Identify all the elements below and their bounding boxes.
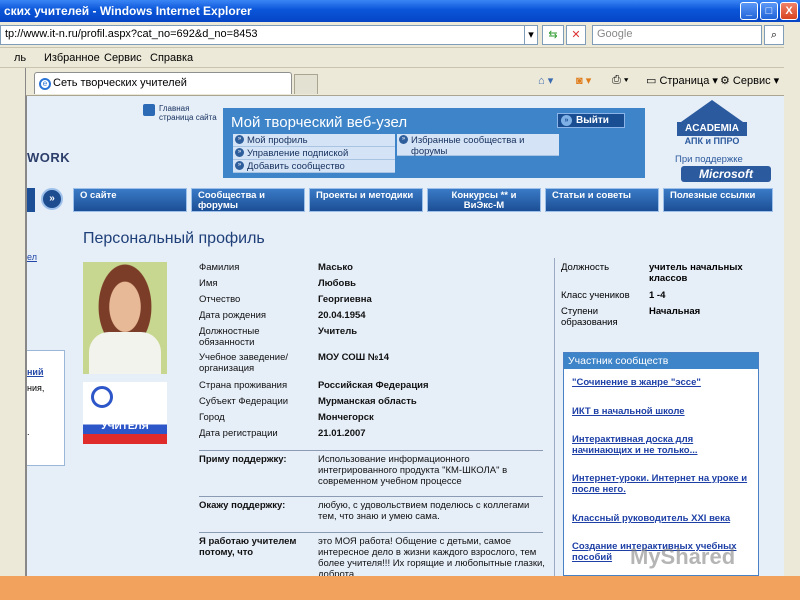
arrow-icon: »: [235, 161, 244, 170]
menu-item-file[interactable]: ль: [14, 52, 26, 64]
main-navigation: » О сайте Сообщества и форумы Проекты и …: [27, 188, 784, 212]
tab-bar: e Сеть творческих учителей ⌂ ▾ ◙ ▾ ⎙ ▾ ▭…: [0, 68, 800, 96]
academia-logo[interactable]: ACADEMIA АПК и ППРО: [673, 100, 751, 156]
left-box: ний ния, .: [27, 350, 65, 466]
my-profile-link[interactable]: » Мой профиль: [233, 134, 395, 147]
profile-photo: [83, 262, 167, 374]
arrow-icon: »: [235, 148, 244, 157]
web-node-title: Мой творческий веб-узел: [231, 114, 408, 131]
window-titlebar: ских учителей - Windows Internet Explore…: [0, 0, 800, 22]
maximize-button[interactable]: □: [760, 2, 778, 20]
search-input[interactable]: Google: [592, 25, 762, 45]
community-link[interactable]: "Сочинение в жанре "эссе": [572, 377, 752, 388]
ie-icon: e: [39, 78, 51, 90]
search-icon[interactable]: ⌕: [764, 25, 784, 45]
best-teachers-badge[interactable]: ЛУЧШИЕ УЧИТЕЛЯ: [83, 382, 167, 444]
refresh-icon[interactable]: ⇆: [542, 25, 564, 45]
column-separator: [554, 258, 555, 576]
page-menu-label: Страница: [659, 75, 710, 87]
nav-item-projects[interactable]: Проекты и методики: [309, 188, 423, 212]
microsoft-logo[interactable]: Microsoft: [681, 166, 771, 182]
academia-name: ACADEMIA: [677, 122, 747, 136]
home-icon: [143, 104, 155, 116]
menu-item-tools[interactable]: Сервис: [104, 52, 142, 64]
exit-button[interactable]: » Выйти: [557, 113, 625, 128]
web-page: WORK Главная страница сайта Мой творческ…: [26, 96, 784, 576]
new-tab-button[interactable]: [294, 74, 318, 94]
menu-item-favorites[interactable]: Избранное: [44, 52, 100, 64]
exit-label: Выйти: [576, 115, 609, 126]
right-frame: [784, 22, 800, 600]
nav-item-communities[interactable]: Сообщества и форумы: [191, 188, 305, 212]
tab-label: Сеть творческих учителей: [53, 77, 187, 89]
nav-item-articles[interactable]: Статьи и советы: [545, 188, 659, 212]
rss-icon[interactable]: ◙ ▾: [576, 74, 591, 87]
arrow-icon: »: [235, 135, 244, 144]
nav-item-contests[interactable]: Конкурсы ** и ВиЭкс-М: [427, 188, 541, 212]
close-button[interactable]: X: [780, 2, 798, 20]
slide-bottom-bar: [0, 576, 800, 600]
left-frame: [0, 68, 26, 576]
communities-title: Участник сообществ: [564, 353, 758, 369]
arrow-icon: »: [399, 135, 408, 144]
academia-sub: АПК и ППРО: [684, 136, 740, 146]
web-node-panel: Мой творческий веб-узел » Выйти » Мой проф…: [223, 108, 645, 178]
page-menu[interactable]: ▭ Страница ▾: [646, 74, 718, 87]
home-icon[interactable]: ⌂ ▾: [538, 74, 553, 87]
community-link[interactable]: Интернет-уроки. Интернет на уроке и посл…: [572, 473, 752, 495]
left-sidebar: ел ний ния, .: [27, 246, 67, 576]
browser-tab[interactable]: e Сеть творческих учителей: [34, 72, 292, 94]
divider: [199, 532, 543, 533]
left-box-text: ния,: [27, 383, 45, 393]
divider: [199, 450, 543, 451]
arrow-icon: »: [561, 115, 572, 126]
left-link[interactable]: ел: [27, 252, 37, 262]
nav-item-about[interactable]: О сайте: [73, 188, 187, 212]
tools-menu-label: Сервис: [732, 75, 771, 87]
favorite-communities-link[interactable]: » Избранные сообщества и форумы: [397, 134, 559, 157]
stop-icon[interactable]: ✕: [566, 25, 586, 45]
badge-logo-icon: [91, 386, 113, 408]
window-title: ских учителей - Windows Internet Explore…: [4, 4, 252, 18]
home-link-line2: страница сайта: [159, 113, 217, 122]
support-text: При поддержке: [675, 154, 743, 165]
divider: [199, 496, 543, 497]
url-input[interactable]: tp://www.it-n.ru/profil.aspx?cat_no=692&…: [0, 25, 538, 45]
communities-panel: Участник сообществ "Сочинение в жанре "э…: [563, 352, 759, 576]
home-link-line1: Главная: [159, 104, 190, 113]
address-bar: tp://www.it-n.ru/profil.aspx?cat_no=692&…: [0, 22, 800, 48]
site-header: WORK Главная страница сайта Мой творческ…: [27, 96, 784, 186]
site-logo-text: WORK: [27, 150, 71, 165]
print-icon[interactable]: ⎙ ▾: [612, 74, 628, 87]
tools-menu[interactable]: ⚙ Сервис ▾: [720, 74, 779, 87]
nav-arrow-icon[interactable]: »: [41, 188, 63, 210]
community-link[interactable]: ИКТ в начальной школе: [572, 406, 752, 417]
page-title: Персональный профиль: [83, 230, 265, 247]
watermark: MyShared: [630, 544, 736, 569]
menu-bar: ль Избранное Сервис Справка: [0, 48, 800, 68]
nav-item-links[interactable]: Полезные ссылки: [663, 188, 773, 212]
add-community-link[interactable]: » Добавить сообщество: [233, 160, 395, 173]
minimize-button[interactable]: _: [740, 2, 758, 20]
manage-subscription-link[interactable]: » Управление подпиской: [233, 147, 395, 160]
menu-item-help[interactable]: Справка: [150, 52, 193, 64]
community-link[interactable]: Классный руководитель XXI века: [572, 513, 752, 524]
address-dropdown-icon[interactable]: ▾: [524, 25, 538, 45]
left-box-link[interactable]: ний: [27, 367, 44, 377]
community-link[interactable]: Интерактивная доска для начинающих и не …: [572, 434, 752, 456]
left-box-dot: .: [27, 427, 30, 437]
badge-text: ЛУЧШИЕ УЧИТЕЛЯ: [101, 411, 149, 432]
